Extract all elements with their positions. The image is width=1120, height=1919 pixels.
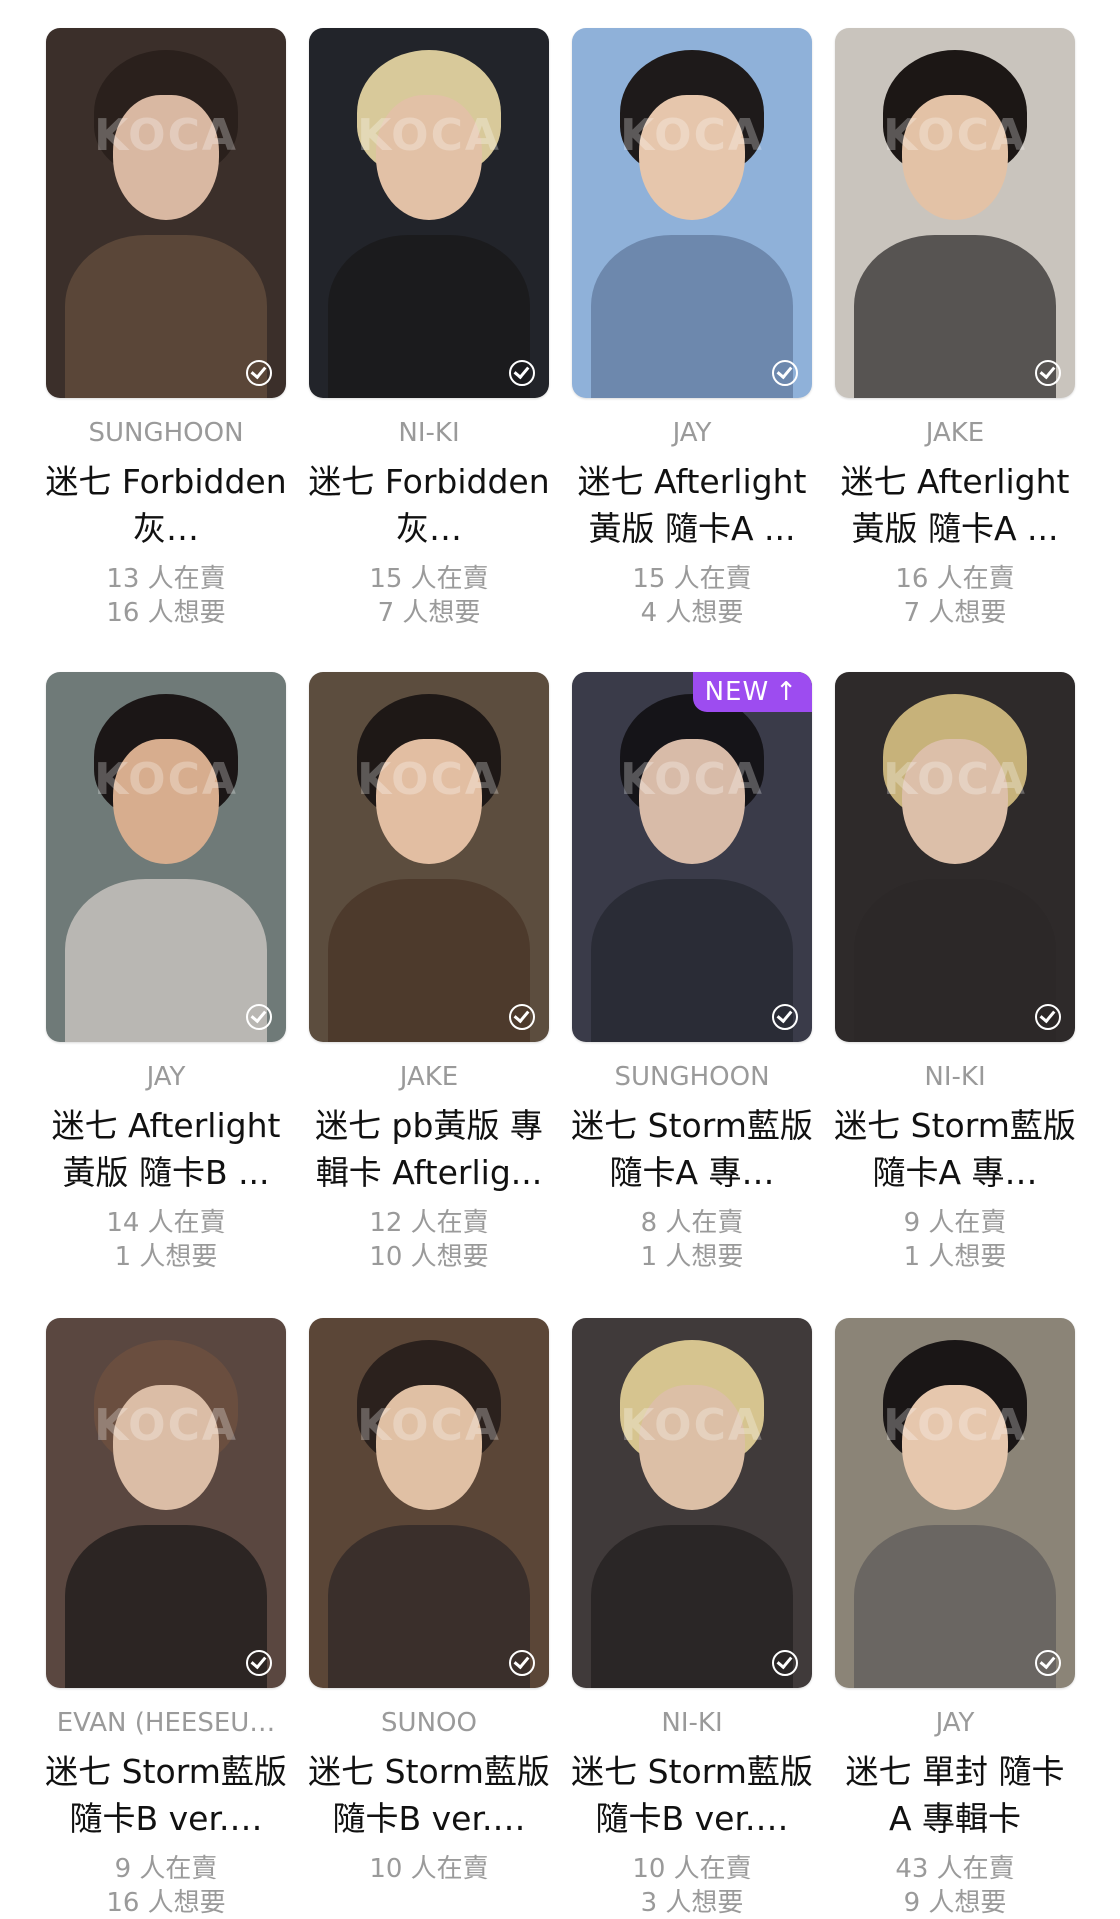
arrow-up-icon: ↑ [775, 677, 798, 707]
check-circle-icon[interactable] [509, 1650, 535, 1676]
selling-count: 16 人在賣 [895, 564, 1015, 594]
check-circle-icon[interactable] [1035, 1650, 1061, 1676]
koca-watermark: KOCA [883, 1400, 1027, 1451]
photocard-image[interactable]: KOCA [46, 1318, 286, 1688]
check-circle-icon[interactable] [509, 360, 535, 386]
check-circle-icon[interactable] [772, 1004, 798, 1030]
selling-count: 10 人在賣 [369, 1854, 489, 1884]
wanting-count: 9 人想要 [903, 1888, 1007, 1918]
photo-outfit [591, 879, 793, 1042]
check-circle-icon[interactable] [509, 1004, 535, 1030]
selling-count: 43 人在賣 [895, 1854, 1015, 1884]
koca-watermark: KOCA [357, 1400, 501, 1451]
check-circle-icon[interactable] [772, 1650, 798, 1676]
koca-watermark: KOCA [357, 754, 501, 805]
card-title[interactable]: 迷七 Afterlight 黃版 隨卡B ... [40, 1102, 292, 1196]
photo-outfit [328, 1525, 530, 1688]
member-name: JAY [146, 1062, 186, 1092]
card-title[interactable]: 迷七 單封 隨卡 A 專輯卡 [829, 1748, 1081, 1842]
wanting-count: 1 人想要 [114, 1242, 218, 1272]
wanting-count: 3 人想要 [640, 1888, 744, 1918]
koca-watermark: KOCA [620, 110, 764, 161]
card-title[interactable]: 迷七 Storm藍版 隨卡A 專… [566, 1102, 818, 1196]
wanting-count: 7 人想要 [377, 598, 481, 628]
photocard-image[interactable]: KOCA [309, 672, 549, 1042]
photocard-image[interactable]: KOCA [835, 1318, 1075, 1688]
koca-watermark: KOCA [357, 110, 501, 161]
card-title[interactable]: 迷七 Afterlight 黃版 隨卡A ... [566, 458, 818, 552]
selling-count: 8 人在賣 [640, 1208, 744, 1238]
card-title[interactable]: 迷七 Storm藍版 隨卡B ver.… [40, 1748, 292, 1842]
card-title[interactable]: 迷七 Forbidden灰… [303, 458, 555, 552]
photocard-image[interactable]: KOCA [46, 28, 286, 398]
member-name: NI-KI [398, 418, 460, 448]
koca-watermark: KOCA [94, 1400, 238, 1451]
member-name: JAKE [399, 1062, 459, 1092]
check-circle-icon[interactable] [246, 360, 272, 386]
koca-watermark: KOCA [883, 110, 1027, 161]
photo-outfit [65, 879, 267, 1042]
card-title[interactable]: 迷七 Storm藍版 隨卡A 專… [829, 1102, 1081, 1196]
koca-watermark: KOCA [94, 110, 238, 161]
photo-outfit [591, 1525, 793, 1688]
photocard-grid: KOCA SUNGHOON 迷七 Forbidden灰… 13 人在賣 16 人想要 KO… [0, 0, 1120, 1919]
member-name: JAKE [925, 418, 985, 448]
photocard-image[interactable]: KOCA [309, 28, 549, 398]
photo-outfit [854, 1525, 1056, 1688]
new-badge-label: NEW [704, 677, 770, 707]
photo-outfit [328, 235, 530, 398]
wanting-count: 1 人想要 [640, 1242, 744, 1272]
member-name: SUNOO [381, 1708, 477, 1738]
selling-count: 14 人在賣 [106, 1208, 226, 1238]
check-circle-icon[interactable] [246, 1004, 272, 1030]
card-title[interactable]: 迷七 pb黃版 專輯卡 Afterlig... [303, 1102, 555, 1196]
card-title[interactable]: 迷七 Forbidden灰… [40, 458, 292, 552]
photo-outfit [65, 235, 267, 398]
photocard-image[interactable]: KOCA [572, 28, 812, 398]
photo-outfit [65, 1525, 267, 1688]
member-name: SUNGHOON [614, 1062, 770, 1092]
koca-watermark: KOCA [883, 754, 1027, 805]
photocard-image[interactable]: KOCA NEW ↑ [572, 672, 812, 1042]
wanting-count: 1 人想要 [903, 1242, 1007, 1272]
selling-count: 13 人在賣 [106, 564, 226, 594]
member-name: JAY [935, 1708, 975, 1738]
photo-outfit [854, 879, 1056, 1042]
selling-count: 15 人在賣 [369, 564, 489, 594]
koca-watermark: KOCA [94, 754, 238, 805]
selling-count: 9 人在賣 [114, 1854, 218, 1884]
koca-watermark: KOCA [620, 1400, 764, 1451]
card-title[interactable]: 迷七 Afterlight 黃版 隨卡A ... [829, 458, 1081, 552]
wanting-count: 10 人想要 [369, 1242, 489, 1272]
selling-count: 9 人在賣 [903, 1208, 1007, 1238]
photo-outfit [854, 235, 1056, 398]
selling-count: 12 人在賣 [369, 1208, 489, 1238]
new-badge: NEW ↑ [692, 672, 812, 712]
member-name: NI-KI [924, 1062, 986, 1092]
check-circle-icon[interactable] [1035, 360, 1061, 386]
selling-count: 15 人在賣 [632, 564, 752, 594]
wanting-count: 16 人想要 [106, 1888, 226, 1918]
member-name: SUNGHOON [88, 418, 244, 448]
photocard-image[interactable]: KOCA [572, 1318, 812, 1688]
selling-count: 10 人在賣 [632, 1854, 752, 1884]
photocard-image[interactable]: KOCA [309, 1318, 549, 1688]
check-circle-icon[interactable] [246, 1650, 272, 1676]
wanting-count: 7 人想要 [903, 598, 1007, 628]
photo-outfit [591, 235, 793, 398]
member-name: EVAN (HEESEU… [56, 1708, 276, 1738]
member-name: JAY [672, 418, 712, 448]
card-title[interactable]: 迷七 Storm藍版 隨卡B ver.… [566, 1748, 818, 1842]
koca-watermark: KOCA [620, 754, 764, 805]
photo-outfit [328, 879, 530, 1042]
check-circle-icon[interactable] [1035, 1004, 1061, 1030]
check-circle-icon[interactable] [772, 360, 798, 386]
wanting-count: 4 人想要 [640, 598, 744, 628]
card-title[interactable]: 迷七 Storm藍版 隨卡B ver.… [303, 1748, 555, 1842]
photocard-image[interactable]: KOCA [835, 28, 1075, 398]
photocard-image[interactable]: KOCA [835, 672, 1075, 1042]
member-name: NI-KI [661, 1708, 723, 1738]
wanting-count: 16 人想要 [106, 598, 226, 628]
photocard-image[interactable]: KOCA [46, 672, 286, 1042]
